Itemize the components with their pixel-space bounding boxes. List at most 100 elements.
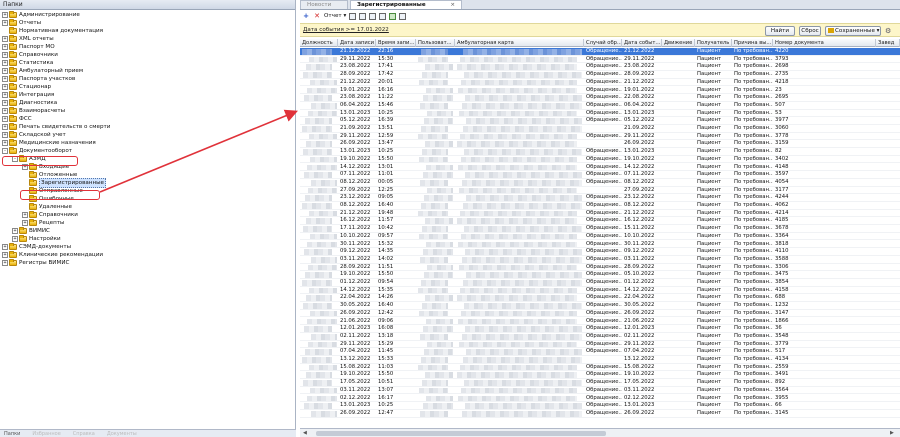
add-icon[interactable]: + <box>302 12 310 20</box>
table-row[interactable]: 22.04.2022 14:26 Обращение... 22.04.2022 Пац… <box>300 294 900 303</box>
expand-icon[interactable]: + <box>2 12 8 18</box>
horizontal-scrollbar[interactable]: ◀ ▶ <box>300 428 900 437</box>
filter-condition-link[interactable]: Дата события >= 17.01.2022 <box>303 27 389 33</box>
expand-icon[interactable]: + <box>2 116 8 122</box>
table-row[interactable]: 13.01.2023 10:25 Обращение... 13.01.2023 Пац… <box>300 402 900 410</box>
tree-item[interactable]: + Регистры ВИМИС <box>2 259 69 267</box>
report-dropdown[interactable]: Отчет ▾ <box>324 13 346 19</box>
table-row[interactable]: 29.11.2022 12:59 Обращение... 29.11.2022 Пац… <box>300 133 900 141</box>
table-row[interactable]: 26.09.2022 12:42 Обращение... 26.09.2022 Пац… <box>300 310 900 318</box>
table-row[interactable]: 21.09.2022 13:51 21.09.2022 Пациент По требо… <box>300 125 900 133</box>
columns-icon[interactable] <box>379 12 387 20</box>
table-row[interactable]: 19.10.2022 15:50 Обращение... 19.10.2022 Пац… <box>300 156 900 164</box>
table-row[interactable]: 02.12.2022 16:17 Обращение... 02.12.2022 Пац… <box>300 395 900 403</box>
table-row[interactable]: 21.06.2022 09:06 Обращение... 21.06.2022 Пац… <box>300 318 900 326</box>
table-row[interactable]: 02.11.2022 13:18 Обращение... 02.11.2022 Пац… <box>300 333 900 341</box>
expand-icon[interactable]: + <box>2 36 8 42</box>
table-row[interactable]: 23.08.2022 11:22 Обращение... 22.08.2022 Пац… <box>300 94 900 102</box>
table-row[interactable]: 01.12.2022 09:54 Обращение... 01.12.2022 Пац… <box>300 279 900 287</box>
tree-item[interactable]: + Рецепты <box>22 219 64 227</box>
settings-icon[interactable] <box>399 12 407 20</box>
find-button[interactable]: Найти <box>765 26 795 36</box>
tree-item[interactable]: + Статистика <box>2 59 53 67</box>
close-icon[interactable]: × <box>450 1 455 9</box>
table-row[interactable]: 19.10.2022 15:50 Обращение... 19.10.2022 Пац… <box>300 371 900 380</box>
scroll-right-icon[interactable]: ▶ <box>890 430 894 436</box>
table-row[interactable]: 16.12.2022 11:57 Обращение... 16.12.2022 Пац… <box>300 217 900 226</box>
table-row[interactable]: 17.05.2022 10:51 Обращение... 17.05.2022 Пац… <box>300 379 900 387</box>
scroll-left-icon[interactable]: ◀ <box>303 430 307 436</box>
table-row[interactable]: 26.09.2022 12:47 Обращение... 26.09.2022 Пац… <box>300 410 900 418</box>
copy-icon[interactable] <box>359 12 367 20</box>
column-header[interactable]: Получатель <box>695 39 732 47</box>
bottom-tab[interactable]: Справка <box>69 430 103 437</box>
table-row[interactable]: 28.09.2022 11:51 Обращение... 28.09.2022 Пац… <box>300 264 900 272</box>
tree-item[interactable]: + Клинические рекомендации <box>2 251 103 259</box>
table-row[interactable]: 29.11.2022 15:29 Обращение... 29.11.2022 Пац… <box>300 341 900 349</box>
table-row[interactable]: 13.01.2023 10:25 Обращение... 13.01.2023 Пац… <box>300 110 900 118</box>
tree-item[interactable]: + Стационар <box>2 83 51 91</box>
expand-icon[interactable]: + <box>2 84 8 90</box>
table-row[interactable]: 12.01.2023 16:08 Обращение... 12.01.2023 Пац… <box>300 325 900 333</box>
tree-item[interactable]: Удаленные <box>22 203 72 211</box>
tab-news[interactable]: Новости <box>300 0 348 9</box>
expand-icon[interactable]: + <box>2 132 8 138</box>
expand-icon[interactable]: + <box>2 92 8 98</box>
tree-item[interactable]: + Администрирование <box>2 11 80 19</box>
column-header[interactable]: Дата событ... <box>622 39 662 47</box>
table-row[interactable]: 30.11.2022 15:32 Обращение... 30.11.2022 Пац… <box>300 241 900 249</box>
column-header[interactable]: Завед <box>876 39 900 47</box>
table-row[interactable]: 21.12.2022 19:48 Обращение... 21.12.2022 Пац… <box>300 210 900 218</box>
table-row[interactable]: 27.09.2022 12:25 27.09.2022 Пациент По требо… <box>300 187 900 195</box>
expand-icon[interactable]: + <box>2 60 8 66</box>
table-row[interactable]: 19.01.2022 16:16 Обращение... 19.01.2022 Пац… <box>300 87 900 95</box>
column-header[interactable]: Должность <box>300 39 338 47</box>
tree-item[interactable]: + Справочники <box>2 51 58 59</box>
expand-icon[interactable]: + <box>2 124 8 130</box>
tree-item[interactable]: + XML отчеты <box>2 35 54 43</box>
table-row[interactable]: 08.12.2022 00:05 Обращение... 08.12.2022 Пац… <box>300 179 900 187</box>
column-header[interactable]: Время запи... <box>376 39 416 47</box>
tree-item[interactable]: + Складской учет <box>2 131 66 139</box>
refresh-icon[interactable] <box>389 12 397 20</box>
table-row[interactable]: 21.12.2022 22:16 Обращение... 21.12.2022 Пац… <box>300 48 900 56</box>
tree-item[interactable]: + Диагностика <box>2 99 57 107</box>
delete-icon[interactable]: ✕ <box>313 12 321 20</box>
table-row[interactable]: 17.11.2022 10:42 Обращение... 15.11.2022 Пац… <box>300 225 900 233</box>
table-row[interactable]: 03.11.2022 13:07 Обращение... 03.11.2022 Пац… <box>300 387 900 395</box>
tree-item[interactable]: + Справочники <box>22 211 78 219</box>
expand-icon[interactable]: + <box>2 20 8 26</box>
tab-registered[interactable]: Зарегистрированные × <box>350 0 462 9</box>
tree-item[interactable]: + Паспорт МО <box>2 43 55 51</box>
bottom-tab[interactable]: Папки <box>0 430 28 437</box>
tree-item[interactable]: + Печать свидетельств о смерти <box>2 123 110 131</box>
tree-item[interactable]: + СЭМД-документы <box>2 243 71 251</box>
tree-item[interactable]: - Документооборот <box>2 147 72 155</box>
table-row[interactable]: 08.12.2022 16:40 Обращение... 08.12.2022 Пац… <box>300 202 900 210</box>
tree-item[interactable]: + Взаиморасчеты <box>2 107 65 115</box>
bottom-tab[interactable]: Избранное <box>28 430 68 437</box>
reset-button[interactable]: Сброс <box>799 26 821 36</box>
table-row[interactable]: 14.12.2022 13:01 Обращение... 14.12.2022 Пац… <box>300 164 900 172</box>
scroll-thumb[interactable] <box>316 431 606 436</box>
tree-item[interactable]: Зарегистрированные <box>22 178 106 188</box>
tree-item[interactable]: + Интеграция <box>2 91 54 99</box>
export-icon[interactable] <box>369 12 377 20</box>
table-row[interactable]: 10.10.2022 09:57 Обращение... 10.10.2022 Пац… <box>300 233 900 241</box>
tree-item[interactable]: + Отчеты <box>2 19 41 27</box>
table-row[interactable]: 23.08.2022 17:41 Обращение... 23.08.2022 Пац… <box>300 63 900 72</box>
table-row[interactable]: 30.05.2022 16:40 Обращение... 30.05.2022 Пац… <box>300 302 900 310</box>
print-icon[interactable] <box>349 12 357 20</box>
column-header[interactable]: Причина вы... <box>732 39 773 47</box>
expand-icon[interactable]: + <box>2 68 8 74</box>
expand-icon[interactable]: + <box>2 140 8 146</box>
expand-icon[interactable]: + <box>22 212 28 218</box>
expand-icon[interactable]: + <box>12 236 18 242</box>
saved-filters-button[interactable]: Сохраненные ▾ <box>825 26 881 36</box>
column-header[interactable]: Случай обр... <box>584 39 622 47</box>
tree-item[interactable]: + ФСС <box>2 115 32 123</box>
column-header[interactable]: Амбулаторная карта <box>455 39 584 47</box>
table-row[interactable]: 13.01.2023 10:25 Обращение... 13.01.2023 Пац… <box>300 148 900 156</box>
table-row[interactable]: 28.09.2022 17:42 Обращение... 28.09.2022 Пац… <box>300 71 900 79</box>
bottom-tab[interactable]: Документы <box>103 430 145 437</box>
